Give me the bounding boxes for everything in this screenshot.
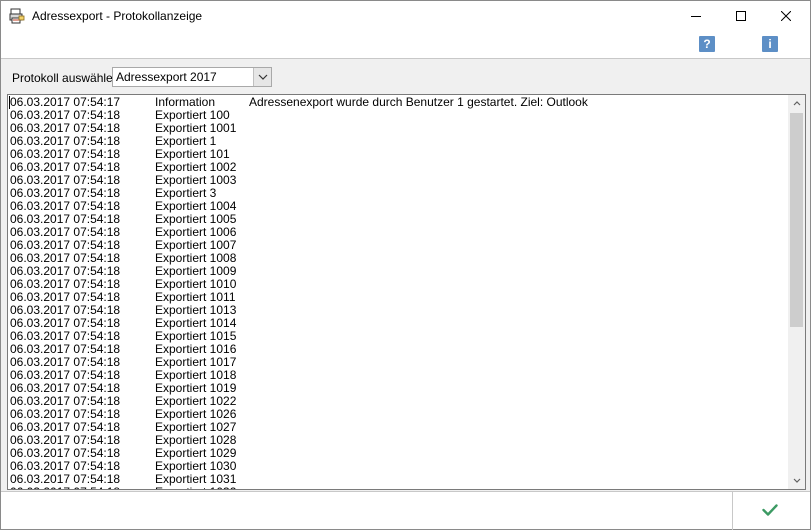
- log-row[interactable]: 06.03.2017 07:54:18 Exportiert 1026: [10, 408, 790, 421]
- title-bar: Adressexport - Protokollanzeige: [1, 1, 810, 32]
- log-row-date: 06.03.2017 07:54:18: [10, 486, 120, 490]
- close-button[interactable]: [763, 1, 808, 32]
- log-row[interactable]: 06.03.2017 07:54:18 Exportiert 1007: [10, 239, 790, 252]
- log-row[interactable]: 06.03.2017 07:54:18 Exportiert 3: [10, 187, 790, 200]
- log-row[interactable]: 06.03.2017 07:54:17 Information Adressenex…: [10, 96, 790, 109]
- protocol-select-value: Adressexport 2017: [116, 70, 217, 84]
- chevron-down-icon[interactable]: [253, 68, 271, 86]
- log-row[interactable]: 06.03.2017 07:54:18 Exportiert 1002: [10, 161, 790, 174]
- log-row[interactable]: 06.03.2017 07:54:18 Exportiert 1001: [10, 122, 790, 135]
- scroll-down-arrow-icon[interactable]: [788, 472, 805, 489]
- log-row[interactable]: 06.03.2017 07:54:18 Exportiert 1031: [10, 473, 790, 486]
- log-row[interactable]: 06.03.2017 07:54:18 Exportiert 1017: [10, 356, 790, 369]
- log-row-type: Exportiert 1032: [155, 486, 236, 490]
- window-title: Adressexport - Protokollanzeige: [32, 9, 203, 23]
- log-row[interactable]: 06.03.2017 07:54:18 Exportiert 1005: [10, 213, 790, 226]
- scrollbar-thumb[interactable]: [790, 113, 803, 327]
- log-row[interactable]: 06.03.2017 07:54:18 Exportiert 1014: [10, 317, 790, 330]
- toolbar: ? i: [1, 32, 810, 58]
- close-icon: [780, 10, 791, 24]
- log-row[interactable]: 06.03.2017 07:54:18 Exportiert 101: [10, 148, 790, 161]
- protocol-select-label: Protokoll auswählen:: [12, 71, 123, 85]
- log-row-message: Adressenexport wurde durch Benutzer 1 ge…: [249, 95, 588, 109]
- log-row[interactable]: 06.03.2017 07:54:18 Exportiert 1004: [10, 200, 790, 213]
- printer-envelope-icon: [9, 8, 25, 24]
- minimize-button[interactable]: [673, 1, 718, 32]
- log-row[interactable]: 06.03.2017 07:54:18 Exportiert 1019: [10, 382, 790, 395]
- protocol-select[interactable]: Adressexport 2017: [112, 67, 272, 87]
- log-row[interactable]: 06.03.2017 07:54:18 Exportiert 1030: [10, 460, 790, 473]
- help-glyph: ?: [703, 37, 711, 51]
- log-row[interactable]: 06.03.2017 07:54:18 Exportiert 1013: [10, 304, 790, 317]
- vertical-scrollbar[interactable]: [788, 95, 805, 489]
- log-row[interactable]: 06.03.2017 07:54:18 Exportiert 1009: [10, 265, 790, 278]
- maximize-icon: [735, 10, 746, 24]
- log-row[interactable]: 06.03.2017 07:54:18 Exportiert 1018: [10, 369, 790, 382]
- log-row[interactable]: 06.03.2017 07:54:18 Exportiert 1015: [10, 330, 790, 343]
- log-row[interactable]: 06.03.2017 07:54:18 Exportiert 1008: [10, 252, 790, 265]
- log-viewer-window: Adressexport - Protokollanzeige ? i Prot…: [0, 0, 811, 530]
- log-row[interactable]: 06.03.2017 07:54:18 Exportiert 1022: [10, 395, 790, 408]
- help-icon[interactable]: ?: [699, 36, 715, 52]
- info-glyph: i: [768, 37, 772, 51]
- log-rows: 06.03.2017 07:54:17 Information Adressenex…: [10, 96, 790, 490]
- log-row[interactable]: 06.03.2017 07:54:18 Exportiert 1027: [10, 421, 790, 434]
- log-row[interactable]: 06.03.2017 07:54:18 Exportiert 100: [10, 109, 790, 122]
- checkmark-icon: [762, 503, 778, 519]
- maximize-button[interactable]: [718, 1, 763, 32]
- log-list[interactable]: 06.03.2017 07:54:17 Information Adressenex…: [7, 94, 806, 490]
- scroll-up-arrow-icon[interactable]: [788, 95, 805, 112]
- text-cursor: [9, 96, 10, 109]
- log-row[interactable]: 06.03.2017 07:54:18 Exportiert 1: [10, 135, 790, 148]
- log-row[interactable]: 06.03.2017 07:54:18 Exportiert 1010: [10, 278, 790, 291]
- log-row[interactable]: 06.03.2017 07:54:18 Exportiert 1006: [10, 226, 790, 239]
- info-icon[interactable]: i: [762, 36, 778, 52]
- log-row[interactable]: 06.03.2017 07:54:18 Exportiert 1029: [10, 447, 790, 460]
- footer-divider: [732, 492, 733, 530]
- log-row[interactable]: 06.03.2017 07:54:18 Exportiert 1032: [10, 486, 790, 490]
- log-row[interactable]: 06.03.2017 07:54:18 Exportiert 1003: [10, 174, 790, 187]
- log-row[interactable]: 06.03.2017 07:54:18 Exportiert 1028: [10, 434, 790, 447]
- footer-bar: [1, 491, 810, 530]
- log-row[interactable]: 06.03.2017 07:54:18 Exportiert 1011: [10, 291, 790, 304]
- minimize-icon: [690, 10, 701, 24]
- log-row[interactable]: 06.03.2017 07:54:18 Exportiert 1016: [10, 343, 790, 356]
- confirm-button[interactable]: [760, 503, 780, 519]
